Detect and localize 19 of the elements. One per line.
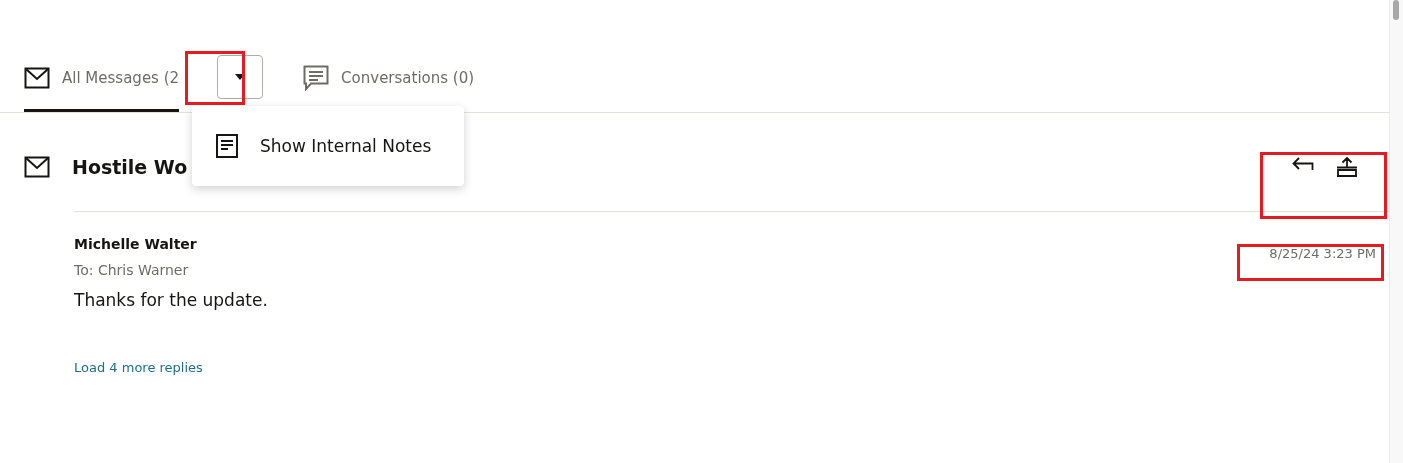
mail-icon xyxy=(24,156,50,178)
load-more-link[interactable]: Load 4 more replies xyxy=(74,360,203,375)
thread-title: Hostile Wo xyxy=(72,156,188,178)
dropdown-button[interactable] xyxy=(217,55,264,99)
mail-icon xyxy=(24,66,50,89)
sender-name: Michelle Walter xyxy=(74,236,198,252)
recipient: To: Chris Warner xyxy=(74,262,190,278)
highlight-box xyxy=(185,51,245,105)
chat-icon xyxy=(303,64,330,91)
upload-tray-icon xyxy=(1336,157,1358,177)
tab[interactable]: Conversations (0) xyxy=(303,58,475,112)
reply-arrow-icon xyxy=(1292,157,1314,171)
note-icon xyxy=(216,134,238,158)
menu-item[interactable]: Show Internal Notes xyxy=(192,134,464,158)
timestamp: 8/25/24 3:23 PM xyxy=(1269,246,1376,261)
tab[interactable]: All Messages (2 xyxy=(24,58,180,112)
scrollbar[interactable] xyxy=(1389,0,1403,463)
export-button[interactable] xyxy=(1336,157,1358,177)
message-body: Thanks for the update. xyxy=(74,290,269,310)
